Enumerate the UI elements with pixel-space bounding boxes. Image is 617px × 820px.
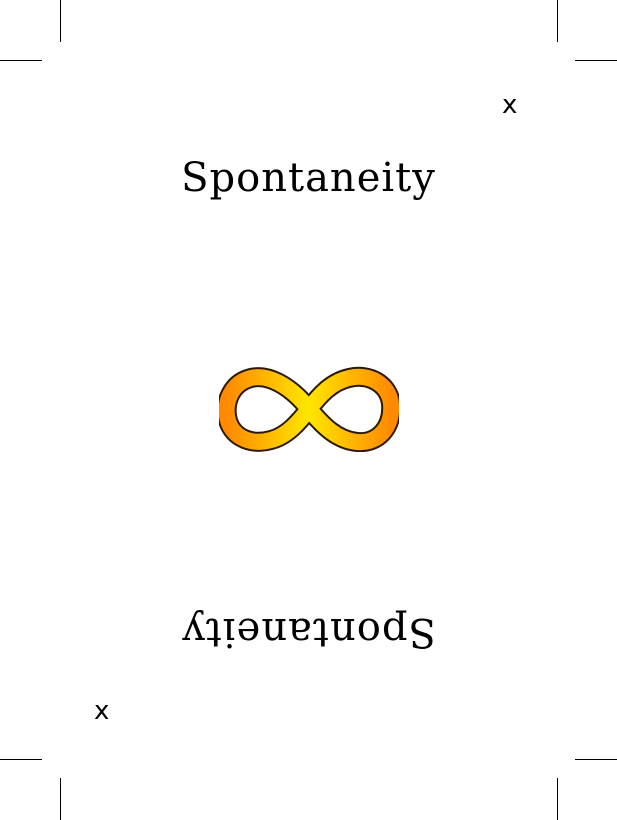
crop-mark-top-right-vertical [557,0,558,42]
crop-mark-bottom-left-vertical [60,778,61,820]
infinity-icon [219,366,399,452]
crop-mark-top-right-horizontal [575,60,617,61]
crop-mark-bottom-right-vertical [557,778,558,820]
crop-mark-bottom-right-horizontal [575,759,617,760]
crop-mark-top-left-horizontal [0,60,42,61]
corner-mark-top: x [502,90,518,120]
crop-mark-bottom-left-horizontal [0,759,42,760]
crop-mark-top-left-vertical [60,0,61,42]
corner-mark-bottom: x [94,696,110,726]
card-title-bottom: Spontaneity [181,609,436,655]
card-title-top: Spontaneity [181,155,436,201]
